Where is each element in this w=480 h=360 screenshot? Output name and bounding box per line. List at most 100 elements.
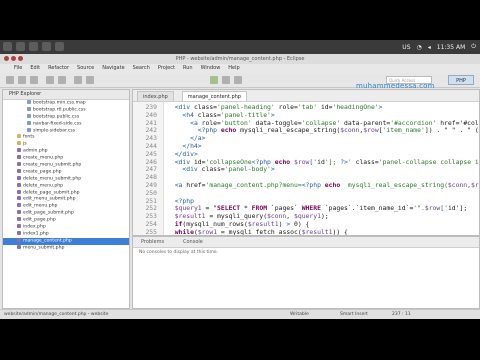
power-icon[interactable]: ⏻ xyxy=(471,43,476,51)
terminal-icon[interactable] xyxy=(29,42,38,51)
file-icon xyxy=(17,203,21,208)
browser-icon[interactable] xyxy=(42,42,51,51)
menu-item-run[interactable]: Run xyxy=(183,64,193,73)
maximize-icon[interactable] xyxy=(18,56,23,61)
tree-item-label: menu_submit.php xyxy=(23,245,65,251)
tree-item[interactable]: bootstrap.min.css.map xyxy=(3,100,129,107)
tree-item-label: simple-sidebar.css xyxy=(33,128,76,134)
tree-item[interactable]: bootstrap.rtl.public.css xyxy=(3,106,129,114)
tree-item-label: bootstrap.min.css.map xyxy=(33,100,86,106)
tree-item-label: delete_menu_submit.php xyxy=(23,176,82,182)
menu-bar: File Edit Refactor Source Navigate Search Proj… xyxy=(0,64,480,73)
tree-item-label: js xyxy=(23,141,27,147)
desktop-screen: US ◔ ◂ 11:35 AM ⏻ PHP - website/admin/ma… xyxy=(0,40,480,319)
console-panel: Problems Console No consoles to display a… xyxy=(132,236,480,309)
tree-item-label: admin.php xyxy=(23,148,48,154)
tree-item[interactable]: fonts xyxy=(3,134,129,141)
code-text[interactable]: while($row1 = mysqli_fetch_assoc($result… xyxy=(167,228,348,235)
wifi-icon[interactable]: ◔ xyxy=(417,44,422,51)
status-cursor-position: 237 : 11 xyxy=(392,312,411,317)
tree-item[interactable]: index.php xyxy=(3,224,129,231)
language-indicator[interactable]: US xyxy=(402,44,410,51)
close-icon[interactable] xyxy=(4,56,9,61)
settings-icon[interactable] xyxy=(55,42,64,51)
editor-tab[interactable]: manage_content.php xyxy=(181,91,247,101)
menu-item-window[interactable]: Window xyxy=(201,64,221,73)
run-php-icon[interactable] xyxy=(210,76,218,84)
window-title-text: PHP - website/admin/manage_content.php -… xyxy=(175,56,305,62)
file-icon xyxy=(17,175,21,180)
tree-item-label: index.php xyxy=(23,224,46,230)
code-line[interactable]: 255 while($row1 = mysqli_fetch_assoc($re… xyxy=(133,228,479,235)
file-icon xyxy=(17,148,21,153)
tree-item[interactable]: manage_content.php xyxy=(3,237,129,245)
tree-item[interactable]: create_menu_submit.php xyxy=(3,162,129,169)
tree-item[interactable]: js xyxy=(3,141,129,148)
tree-item[interactable]: edit_page.php xyxy=(3,217,129,224)
file-icon xyxy=(17,244,21,249)
menu-item-help[interactable]: Help xyxy=(228,64,239,73)
search-icon[interactable] xyxy=(74,76,82,84)
forward-icon[interactable] xyxy=(234,76,242,84)
editor-tabs: index.php manage_content.php xyxy=(133,90,479,102)
file-tree: bootstrap.min.css.map bootstrap.rtl.publi… xyxy=(3,100,129,252)
file-icon xyxy=(17,217,21,222)
debug-icon[interactable] xyxy=(46,76,54,84)
menu-item-refactor[interactable]: Refactor xyxy=(48,64,69,73)
open-type-icon[interactable] xyxy=(86,76,94,84)
file-icon xyxy=(17,210,21,215)
code-editor[interactable]: index.php manage_content.php 239 <div cla… xyxy=(132,89,480,236)
menu-item-search[interactable]: Search xyxy=(133,64,150,73)
tree-item-label: delete_menu.php xyxy=(23,183,64,189)
back-icon[interactable] xyxy=(222,76,230,84)
tree-item-label: edit_page.php xyxy=(23,217,56,223)
console-tab[interactable]: Console xyxy=(179,237,207,247)
tree-item-label: navbar-fixed-side.css xyxy=(33,121,82,127)
tree-item[interactable]: simple-sidebar.css xyxy=(3,127,129,135)
php-perspective-button[interactable]: PHP xyxy=(448,75,474,85)
tree-item[interactable]: bootstrap.public.css xyxy=(3,113,129,121)
editor-tab[interactable]: index.php xyxy=(137,91,174,101)
save-icon[interactable] xyxy=(18,76,26,84)
tree-item[interactable]: index1.php xyxy=(3,230,129,238)
clock[interactable]: 11:35 AM xyxy=(437,44,465,51)
tree-item[interactable]: delete_menu.php xyxy=(3,182,129,190)
run-icon[interactable] xyxy=(58,76,66,84)
new-icon[interactable] xyxy=(6,76,14,84)
status-writable: Writable xyxy=(290,312,309,317)
tree-item[interactable]: delete_page_submit.php xyxy=(3,189,129,197)
menu-item-source[interactable]: Source xyxy=(77,64,94,73)
print-icon[interactable] xyxy=(30,76,38,84)
tree-item-label: fonts xyxy=(23,134,35,140)
menu-item-file[interactable]: File xyxy=(14,64,22,73)
tree-item[interactable]: delete_menu_submit.php xyxy=(3,175,129,183)
toolbar: Quick Access PHP muhammedessa.com xyxy=(0,73,480,90)
console-tabs: Problems Console xyxy=(133,237,479,248)
tree-item[interactable]: edit_page_submit.php xyxy=(3,210,129,217)
menu-item-navigate[interactable]: Navigate xyxy=(102,64,124,73)
file-icon xyxy=(27,113,31,118)
volume-icon[interactable]: ◂ xyxy=(428,44,431,51)
tree-item[interactable]: navbar-fixed-side.css xyxy=(3,120,129,128)
tree-item[interactable]: admin.php xyxy=(3,148,129,155)
menu-item-project[interactable]: Project xyxy=(158,64,175,73)
activities-icon[interactable] xyxy=(3,42,12,51)
tree-item[interactable]: menu_submit.php xyxy=(3,244,129,252)
tree-item[interactable]: edit_menu_submit.php xyxy=(3,196,129,203)
tree-item[interactable]: edit_menu.php xyxy=(3,203,129,210)
console-tab[interactable]: Problems xyxy=(137,237,168,247)
minimize-icon[interactable] xyxy=(11,56,16,61)
php-explorer-tab[interactable]: PHP Explorer xyxy=(3,90,129,100)
tree-item-label: manage_content.php xyxy=(23,238,72,244)
tree-item[interactable]: create_menu.php xyxy=(3,155,129,162)
file-icon xyxy=(27,127,31,132)
tree-item[interactable]: create_page.php xyxy=(3,168,129,176)
status-insert-mode: Smart Insert xyxy=(340,312,368,317)
tree-item-label: create_page.php xyxy=(23,169,62,175)
file-icon xyxy=(17,224,21,229)
tree-item-label: delete_page_submit.php xyxy=(23,190,80,196)
php-explorer-panel: PHP Explorer bootstrap.min.css.map bootst… xyxy=(2,89,130,309)
code-area[interactable]: 239 <div class='panel-heading' role='tab… xyxy=(133,102,479,235)
menu-item-edit[interactable]: Edit xyxy=(30,64,40,73)
files-icon[interactable] xyxy=(16,42,25,51)
